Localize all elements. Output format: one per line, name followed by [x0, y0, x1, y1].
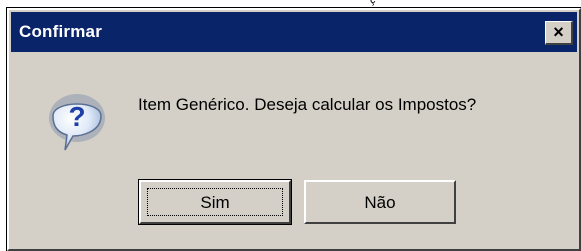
dialog-titlebar[interactable]: Confirmar ×	[11, 12, 577, 52]
close-icon: ×	[553, 22, 564, 42]
dialog-message: Item Genérico. Deseja calcular os Impost…	[138, 95, 477, 114]
background-glyph: ç	[370, 0, 376, 6]
screen: ç Confirmar × ? Item Genérico. Deseja ca…	[0, 0, 581, 251]
confirm-dialog: Confirmar × ? Item Genérico. Deseja calc…	[6, 7, 581, 251]
background-window-strip: ç	[0, 0, 581, 8]
dialog-title: Confirmar	[19, 22, 103, 41]
yes-button-label: Sim	[200, 193, 230, 212]
no-button[interactable]: Não	[304, 180, 456, 224]
question-icon: ?	[49, 94, 105, 151]
no-button-label: Não	[364, 193, 396, 212]
svg-text:?: ?	[68, 101, 85, 132]
close-button[interactable]: ×	[545, 21, 573, 45]
yes-button[interactable]: Sim	[138, 179, 292, 225]
